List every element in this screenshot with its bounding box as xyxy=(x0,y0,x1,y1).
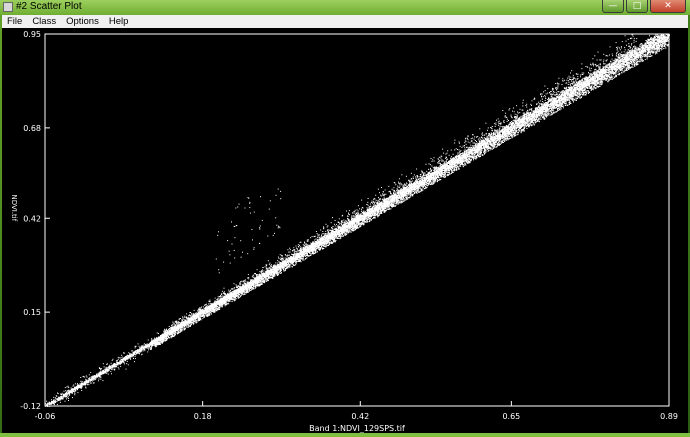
scatter-point xyxy=(526,125,527,126)
menu-bar: File Class Options Help xyxy=(2,15,688,28)
scatter-point xyxy=(637,49,638,50)
scatter-point xyxy=(637,57,638,58)
scatter-point xyxy=(81,383,82,384)
y-tick-label: 0.95 xyxy=(23,30,41,39)
scatter-point xyxy=(517,119,518,120)
menu-file[interactable]: File xyxy=(2,15,27,28)
scatter-point xyxy=(412,192,413,193)
scatter-point xyxy=(645,53,646,54)
scatter-point xyxy=(501,141,502,142)
scatter-point xyxy=(665,43,666,44)
minimize-button[interactable]: — xyxy=(602,0,624,13)
scatter-point xyxy=(528,122,529,123)
scatter-point xyxy=(643,55,644,56)
scatter-point xyxy=(570,85,571,86)
scatter-point xyxy=(317,248,318,249)
scatter-point xyxy=(432,182,433,183)
y-tick-label: 0.68 xyxy=(23,124,41,133)
app-icon xyxy=(3,2,13,12)
scatter-plot-window: #2 Scatter Plot — □ ✕ File Class Options… xyxy=(0,0,690,433)
scatter-point xyxy=(79,383,80,384)
scatter-point xyxy=(57,401,58,402)
title-bar[interactable]: #2 Scatter Plot — □ ✕ xyxy=(0,0,690,15)
scatter-point xyxy=(645,48,646,49)
close-button[interactable]: ✕ xyxy=(650,0,686,13)
scatter-point xyxy=(644,51,645,52)
x-axis-label: Band 1:NDVI_129SPS.tif xyxy=(309,424,405,433)
scatter-point xyxy=(77,389,78,390)
scatter-point xyxy=(611,63,612,64)
scatter-point xyxy=(640,46,641,47)
scatter-points xyxy=(45,34,670,407)
scatter-point xyxy=(516,125,517,126)
scatter-point xyxy=(58,397,59,398)
scatter-point xyxy=(640,44,641,45)
maximize-button[interactable]: □ xyxy=(626,0,648,13)
x-tick-label: 0.42 xyxy=(351,412,369,421)
scatter-point xyxy=(482,143,483,144)
y-axis-label: NDVI.tif xyxy=(10,194,18,221)
window-controls: — □ ✕ xyxy=(602,0,686,15)
scatter-point xyxy=(651,39,652,40)
plot-area[interactable]: -0.06 0.18 0.42 0.65 0.89 -0.12 0.15 0.42 0.68 0.… xyxy=(2,28,688,433)
scatter-point xyxy=(107,367,108,368)
scatter-point xyxy=(556,97,557,98)
scatter-point xyxy=(642,59,643,60)
scatter-point xyxy=(545,113,546,114)
menu-help[interactable]: Help xyxy=(104,15,134,28)
scatter-point xyxy=(299,258,300,259)
scatter-point xyxy=(598,83,599,84)
scatter-point xyxy=(657,50,658,51)
scatter-point xyxy=(366,217,367,218)
window-title: #2 Scatter Plot xyxy=(16,1,82,13)
scatter-point xyxy=(111,367,112,368)
scatter-point xyxy=(405,196,406,197)
scatter-chart[interactable]: -0.06 0.18 0.42 0.65 0.89 -0.12 0.15 0.42 0.68 0.… xyxy=(2,28,688,433)
scatter-point xyxy=(252,281,253,282)
scatter-point xyxy=(105,370,106,371)
x-tick-label: 0.18 xyxy=(194,412,212,421)
y-tick-label: 0.15 xyxy=(23,308,41,317)
y-tick-label: -0.12 xyxy=(20,402,41,411)
x-tick-label: 0.65 xyxy=(502,412,520,421)
x-tick-label: 0.89 xyxy=(660,412,678,421)
x-tick-label: -0.06 xyxy=(35,412,56,421)
scatter-point xyxy=(109,365,110,366)
scatter-point xyxy=(615,59,616,60)
scatter-point xyxy=(566,102,567,103)
scatter-point xyxy=(637,47,638,48)
scatter-point xyxy=(128,358,129,359)
y-tick-label: 0.42 xyxy=(23,214,41,223)
scatter-point xyxy=(200,317,201,318)
scatter-point xyxy=(624,69,625,70)
menu-class[interactable]: Class xyxy=(27,15,61,28)
scatter-point xyxy=(639,46,640,47)
menu-options[interactable]: Options xyxy=(61,15,104,28)
